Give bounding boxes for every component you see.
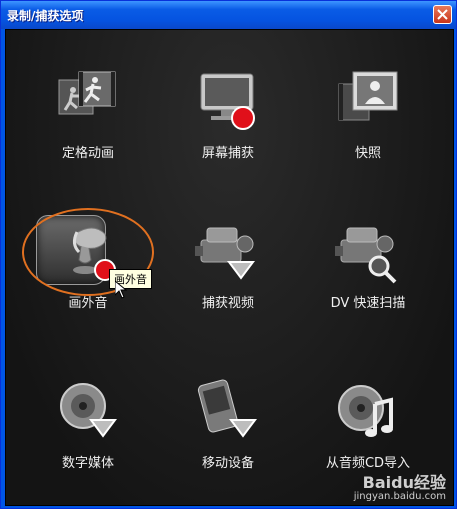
mouse-cursor-icon	[115, 281, 127, 299]
tile-label: 定格动画	[61, 146, 114, 161]
screen-capture-icon	[200, 73, 255, 130]
close-icon	[437, 9, 448, 20]
close-button[interactable]	[433, 5, 452, 24]
window-title: 录制/捕获选项	[7, 9, 84, 23]
title-bar[interactable]: 录制/捕获选项	[1, 1, 456, 29]
watermark: Baidu经验 jingyan.baidu.com	[353, 475, 446, 504]
tile-label: 移动设备	[201, 456, 254, 471]
tile-label: 快照	[354, 146, 381, 161]
capture-options-window: 录制/捕获选项 定格动画 屏幕捕获 快照 画外音 捕获视频 DV 快速扫描 数字…	[0, 0, 457, 509]
tile-label: 屏幕捕获	[201, 146, 254, 161]
tile-label: 捕获视频	[201, 296, 254, 311]
capture-video-icon	[195, 227, 255, 280]
stop-motion-icon	[58, 71, 116, 115]
dv-quick-scan-icon	[335, 227, 397, 284]
mobile-device-icon	[197, 379, 257, 438]
tile-mobile-device[interactable]: 移动设备	[158, 368, 298, 498]
tile-label: 画外音	[68, 296, 108, 311]
digital-media-icon	[60, 383, 117, 438]
tile-label: DV 快速扫描	[330, 296, 406, 311]
watermark-url: jingyan.baidu.com	[353, 491, 446, 502]
tile-dv-quick-scan[interactable]: DV 快速扫描	[298, 208, 438, 338]
tile-digital-media[interactable]: 数字媒体	[18, 368, 158, 498]
tile-stop-motion[interactable]: 定格动画	[18, 58, 158, 188]
snapshot-icon	[338, 71, 398, 121]
tile-snapshot[interactable]: 快照	[298, 58, 438, 188]
tile-capture-video[interactable]: 捕获视频	[158, 208, 298, 338]
import-audio-cd-icon	[338, 385, 393, 437]
tile-label: 数字媒体	[61, 456, 114, 471]
tile-label: 从音频CD导入	[325, 456, 411, 471]
options-panel: 定格动画 屏幕捕获 快照 画外音 捕获视频 DV 快速扫描 数字媒体 移动设备 …	[5, 29, 454, 506]
tile-screen-capture[interactable]: 屏幕捕获	[158, 58, 298, 188]
